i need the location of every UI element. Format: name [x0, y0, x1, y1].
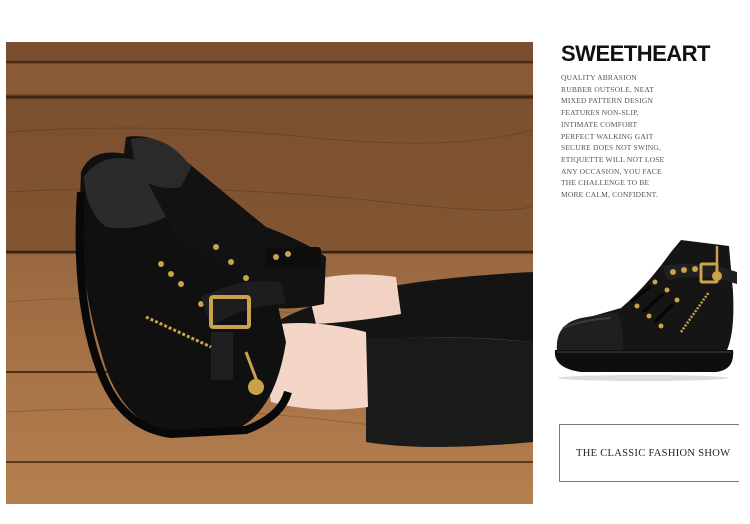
description-line: SECURE DOES NOT SWING,: [561, 143, 662, 153]
description-line: PERFECT WALKING GAIT: [561, 131, 654, 141]
main-product-photo: [6, 42, 533, 504]
description-line: ETIQUETTE WILL NOT LOSE: [561, 154, 665, 164]
description-line: INTIMATE COMFORT: [561, 119, 638, 129]
footer-label: THE CLASSIC FASHION SHOW: [576, 447, 731, 459]
description-line: MORE CALM, CONFIDENT.: [561, 190, 658, 200]
description-line: ANY OCCASION, YOU FACE: [561, 166, 662, 176]
footer-banner: THE CLASSIC FASHION SHOW: [559, 424, 739, 482]
product-title: SWEETHEART: [561, 41, 711, 66]
description-line: THE CHALLENGE TO BE: [561, 178, 650, 188]
description-line: MIXED PATTERN DESIGN: [561, 96, 654, 106]
description-line: QUALITY ABRASION: [561, 73, 638, 82]
description-line: FEATURES NON-SLIP,: [561, 108, 639, 118]
product-thumbnail: [551, 232, 741, 384]
description-line: RUBBER OUTSOLE, NEAT: [561, 84, 654, 94]
product-description: QUALITY ABRASION RUBBER OUTSOLE, NEAT MI…: [561, 72, 741, 201]
